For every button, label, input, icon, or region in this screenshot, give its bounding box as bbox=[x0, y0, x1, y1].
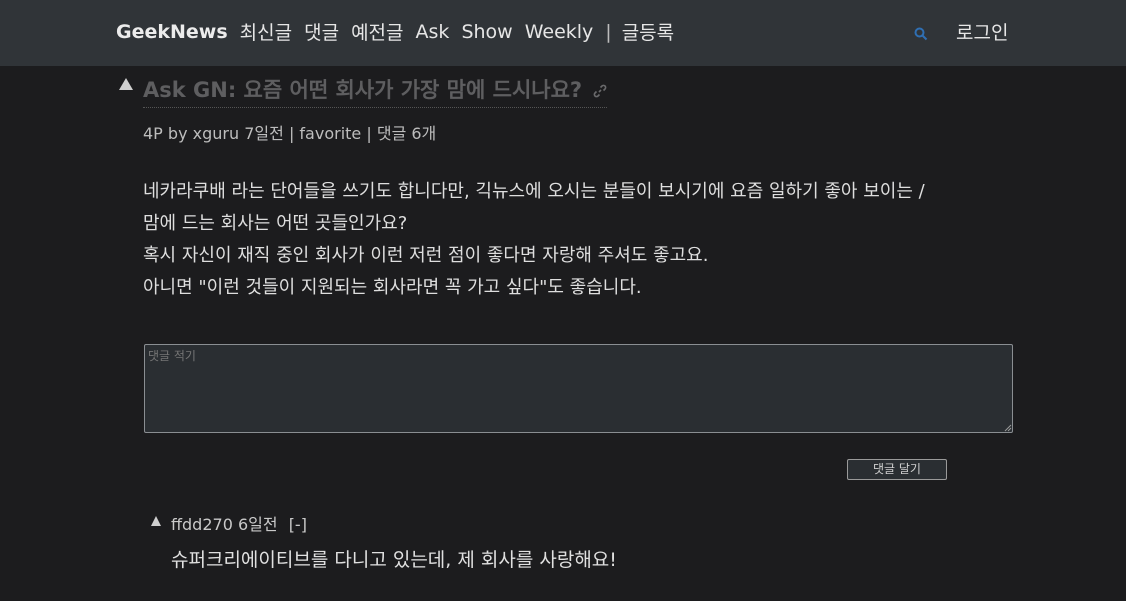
login-link[interactable]: 로그인 bbox=[956, 18, 1008, 45]
main-nav: GeekNews 최신글 댓글 예전글 Ask Show Weekly | 글등… bbox=[116, 18, 686, 45]
topic-points: 4P bbox=[143, 124, 163, 143]
nav-show[interactable]: Show bbox=[461, 21, 512, 43]
nav-past[interactable]: 예전글 bbox=[351, 18, 403, 45]
topic-title[interactable]: Ask GN: 요즘 어떤 회사가 가장 맘에 드시나요? bbox=[143, 74, 608, 108]
top-navigation-bar: GeekNews 최신글 댓글 예전글 Ask Show Weekly | 글등… bbox=[0, 0, 1126, 66]
comment-author[interactable]: ffdd270 bbox=[171, 515, 233, 534]
topic-author[interactable]: xguru bbox=[193, 124, 239, 143]
site-brand[interactable]: GeekNews bbox=[116, 21, 228, 43]
topic-by: by bbox=[167, 124, 188, 143]
comment-time[interactable]: 6일전 bbox=[238, 515, 278, 534]
search-icon[interactable] bbox=[914, 27, 928, 41]
resize-grip-icon[interactable] bbox=[1004, 424, 1012, 432]
nav-comments[interactable]: 댓글 bbox=[304, 18, 339, 45]
topic-time[interactable]: 7일전 bbox=[244, 124, 284, 143]
topic-body-line: 맘에 드는 회사는 어떤 곳들인가요? bbox=[143, 213, 408, 234]
link-icon[interactable] bbox=[593, 84, 607, 98]
topic-meta: 4P by xguru 7일전 | favorite | 댓글 6개 bbox=[143, 120, 436, 144]
nav-latest[interactable]: 최신글 bbox=[240, 18, 292, 45]
topic-title-text[interactable]: Ask GN: 요즘 어떤 회사가 가장 맘에 드시나요? bbox=[143, 78, 582, 102]
nav-submit[interactable]: 글등록 bbox=[622, 18, 674, 45]
nav-separator: | bbox=[605, 20, 612, 43]
comment-textarea[interactable] bbox=[144, 344, 1013, 433]
comment-count-link[interactable]: 댓글 6개 bbox=[377, 124, 436, 143]
nav-ask[interactable]: Ask bbox=[416, 21, 450, 43]
comment-collapse-toggle[interactable]: [-] bbox=[289, 515, 307, 534]
meta-separator: | bbox=[366, 124, 372, 143]
topic-body-line: 혹시 자신이 재직 중인 회사가 이런 저런 점이 좋다면 자랑해 주셔도 좋고… bbox=[143, 245, 709, 266]
nav-weekly[interactable]: Weekly bbox=[525, 21, 594, 43]
topic-body-line: 아니면 "이런 것들이 지원되는 회사라면 꼭 가고 싶다"도 좋습니다. bbox=[143, 277, 642, 298]
comment-meta: ffdd270 6일전 [-] bbox=[171, 511, 307, 535]
favorite-link[interactable]: favorite bbox=[299, 124, 361, 143]
comment-upvote-icon[interactable] bbox=[151, 516, 161, 526]
comment-text: 슈퍼크리에이티브를 다니고 있는데, 제 회사를 사랑해요! bbox=[171, 549, 617, 571]
meta-separator: | bbox=[288, 124, 295, 143]
comment-submit-button[interactable]: 댓글 달기 bbox=[847, 459, 947, 480]
topic-body-line: 네카라쿠배 라는 단어들을 쓰기도 합니다만, 긱뉴스에 오시는 분들이 보시기… bbox=[143, 181, 925, 202]
topic-upvote-icon[interactable] bbox=[119, 78, 133, 90]
topic-body: 네카라쿠배 라는 단어들을 쓰기도 합니다만, 긱뉴스에 오시는 분들이 보시기… bbox=[143, 176, 1043, 304]
